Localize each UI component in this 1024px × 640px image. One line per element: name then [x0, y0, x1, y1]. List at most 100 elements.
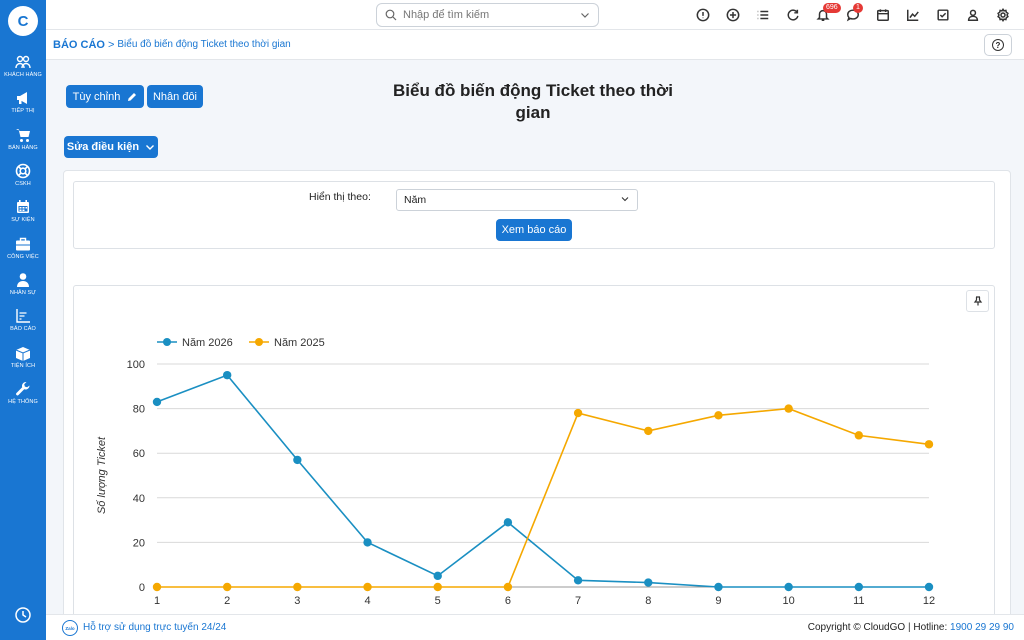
calendar-button[interactable] — [868, 0, 898, 30]
app-logo[interactable]: C — [8, 6, 38, 36]
trend-chart-icon — [907, 9, 919, 21]
profile-button[interactable] — [958, 0, 988, 30]
sidebar-item-support[interactable]: CSKH — [0, 157, 46, 193]
top-icons: 696 1 — [688, 0, 1018, 30]
cart-icon — [16, 128, 30, 142]
copyright-text: Copyright © CloudGO | Hotline: 1900 29 2… — [807, 622, 1014, 633]
x-tick-label: 11 — [853, 595, 864, 607]
edit-conditions-button[interactable]: Sửa điều kiện — [64, 136, 158, 158]
x-tick-label: 6 — [505, 595, 511, 607]
messages-button[interactable]: 1 — [838, 0, 868, 30]
sidebar-item-label: Hệ thống — [8, 398, 38, 405]
sidebar-item-events[interactable]: Sự kiện — [0, 193, 46, 229]
legend-marker — [163, 338, 171, 346]
sidebar-item-label: Bán hàng — [8, 144, 38, 151]
sidebar-item-utilities[interactable]: Tiện ích — [0, 338, 46, 374]
zalo-icon[interactable]: Zalo — [62, 620, 78, 636]
box-icon — [15, 346, 31, 361]
user-icon — [967, 9, 979, 21]
lifebuoy-icon — [15, 163, 31, 179]
person-icon — [17, 273, 29, 287]
data-point — [433, 582, 442, 592]
display-by-value: Năm — [404, 194, 427, 206]
data-point — [924, 440, 934, 449]
data-point — [222, 370, 232, 380]
legend-marker — [255, 338, 263, 346]
users-icon — [15, 55, 31, 69]
filter-box: Hiển thị theo: Năm Xem báo cáo — [73, 181, 995, 249]
settings-button[interactable] — [988, 0, 1018, 30]
pencil-icon — [128, 92, 137, 101]
sidebar-item-label: Tiện ích — [10, 362, 36, 369]
y-tick-label: 80 — [133, 404, 145, 416]
alert-button[interactable] — [688, 0, 718, 30]
sidebar-item-marketing[interactable]: Tiếp thị — [0, 84, 46, 120]
clock-icon[interactable] — [14, 606, 32, 624]
legend-label: Năm 2025 — [274, 337, 325, 349]
x-tick-label: 9 — [715, 595, 721, 607]
data-point — [363, 582, 372, 592]
chart-icon — [16, 309, 30, 323]
global-search[interactable] — [376, 3, 599, 27]
data-point — [363, 538, 372, 547]
duplicate-button[interactable]: Nhân đôi — [147, 85, 203, 108]
y-tick-label: 60 — [133, 448, 145, 460]
display-by-select[interactable]: Năm — [396, 189, 638, 211]
sidebar-item-label: Nhân sự — [9, 289, 37, 296]
chart-container: 0 20 40 60 80 100 1 2 3 4 5 6 7 8 9 10 11 12 Số lượng Tick… — [73, 285, 995, 625]
customize-label: Tùy chỉnh — [72, 90, 121, 103]
x-tick-label: 5 — [435, 595, 441, 607]
alert-circle-icon — [696, 8, 710, 22]
chevron-down-icon — [146, 145, 155, 150]
sidebar-item-sales[interactable]: Bán hàng — [0, 121, 46, 157]
hotline-number[interactable]: 1900 29 29 90 — [950, 622, 1014, 633]
data-point — [573, 408, 583, 418]
data-point — [854, 431, 864, 440]
data-point — [854, 582, 864, 592]
list-button[interactable] — [748, 0, 778, 30]
breadcrumb-root-link[interactable]: BÁO CÁO — [53, 39, 105, 51]
notifications-button[interactable]: 696 — [808, 0, 841, 30]
message-badge: 1 — [853, 3, 863, 13]
search-input[interactable] — [403, 9, 580, 21]
sidebar-item-label: CSKH — [15, 181, 31, 188]
y-tick-label: 100 — [127, 359, 145, 371]
breadcrumb: BÁO CÁO > Biểu đồ biến động Ticket theo … — [46, 30, 1024, 60]
calendar-icon — [877, 9, 889, 21]
list-icon — [757, 10, 769, 20]
data-point — [293, 455, 302, 465]
top-bar: 696 1 — [46, 0, 1024, 30]
x-tick-label: 2 — [224, 595, 230, 607]
support-link[interactable]: Hỗ trợ sử dụng trực tuyến 24/24 — [83, 622, 226, 633]
view-report-button[interactable]: Xem báo cáo — [496, 219, 572, 241]
customize-button[interactable]: Tùy chỉnh — [66, 85, 144, 108]
data-point — [152, 582, 162, 592]
help-button[interactable]: ? — [984, 34, 1012, 56]
data-point — [503, 518, 513, 527]
briefcase-icon — [16, 237, 30, 251]
search-icon — [385, 9, 397, 21]
sidebar-item-tasks[interactable]: Công việc — [0, 229, 46, 265]
y-axis-label: Số lượng Ticket — [96, 436, 108, 514]
add-button[interactable] — [718, 0, 748, 30]
sidebar-item-system[interactable]: Hệ thống — [0, 375, 46, 411]
wrench-icon — [16, 381, 30, 396]
sidebar-item-customers[interactable]: Khách hàng — [0, 48, 46, 84]
y-tick-label: 40 — [133, 493, 145, 505]
refresh-button[interactable] — [778, 0, 808, 30]
sidebar-item-label: Báo cáo — [10, 326, 36, 333]
data-point — [784, 404, 793, 413]
sidebar-item-label: Tiếp thị — [11, 108, 35, 115]
page-title: Biểu đồ biến động Ticket theo thời gian — [393, 81, 673, 122]
legend-label: Năm 2026 — [182, 337, 233, 349]
sidebar-item-reports[interactable]: Báo cáo — [0, 302, 46, 338]
help-icon: ? — [992, 39, 1004, 51]
data-point — [644, 426, 653, 436]
chevron-down-icon[interactable] — [580, 10, 590, 20]
analytics-button[interactable] — [898, 0, 928, 30]
data-point — [152, 397, 162, 407]
copyright-label: Copyright © CloudGO — [807, 622, 906, 633]
tasks-button[interactable] — [928, 0, 958, 30]
plus-circle-icon — [726, 8, 740, 22]
sidebar-item-hr[interactable]: Nhân sự — [0, 266, 46, 302]
